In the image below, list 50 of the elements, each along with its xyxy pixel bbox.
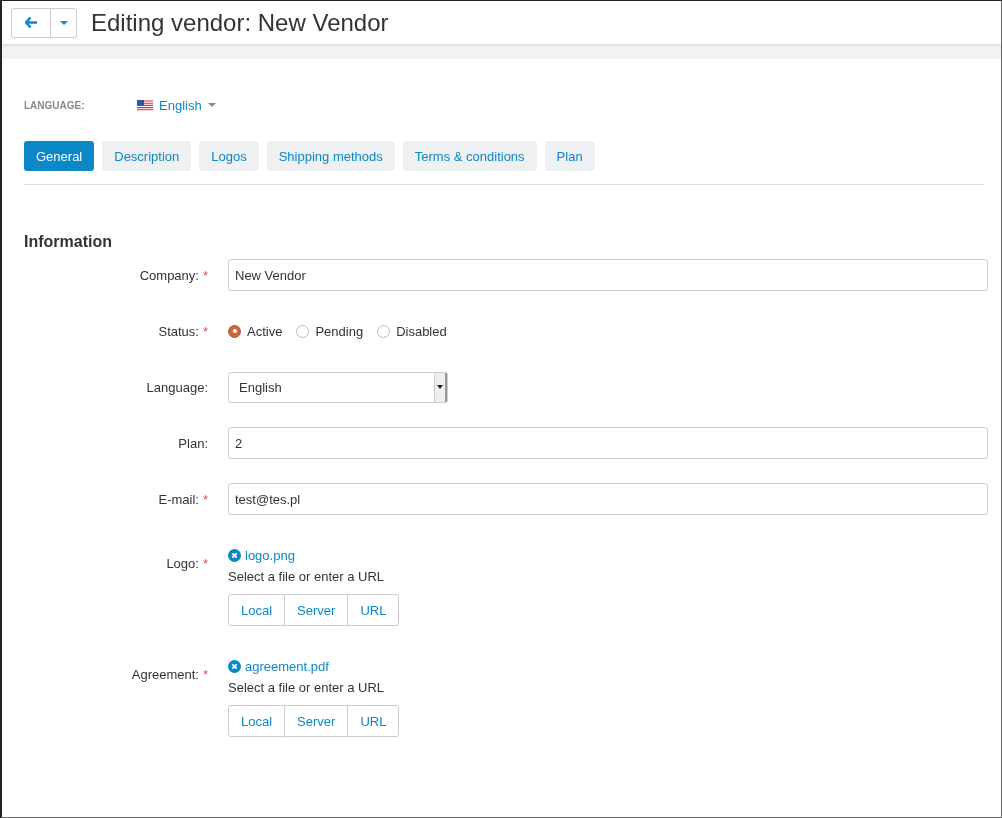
caret-down-icon [207, 103, 216, 107]
tab[interactable]: Shipping methods [266, 141, 395, 171]
tab[interactable]: Plan [544, 141, 595, 171]
tab[interactable]: Logos [199, 141, 259, 171]
required-mark: * [202, 666, 208, 682]
field-label: Plan: [178, 435, 208, 451]
required-mark: * [202, 267, 208, 283]
radio-button[interactable] [296, 324, 310, 338]
back-button[interactable] [11, 7, 51, 38]
tab[interactable]: Description [102, 141, 192, 171]
select-dropdown[interactable]: English [228, 371, 448, 403]
file-link[interactable]: logo.png [245, 547, 295, 563]
arrow-left-icon [25, 17, 37, 28]
field-label: Logo: [166, 555, 199, 571]
remove-icon[interactable] [228, 659, 241, 673]
source-button[interactable]: URL [348, 594, 400, 626]
text-field[interactable]: New Vendor [228, 259, 988, 291]
required-mark: * [202, 491, 208, 507]
remove-icon[interactable] [228, 548, 241, 562]
file-link[interactable]: agreement.pdf [245, 658, 329, 674]
radio-label[interactable]: Active [247, 323, 283, 339]
hint-text: Select a file or enter a URL [228, 680, 386, 695]
source-button[interactable]: Server [285, 705, 349, 737]
field-label: Language: [146, 379, 208, 395]
caret-down-icon [59, 20, 68, 25]
text-field[interactable]: 2 [228, 427, 988, 459]
required-mark: * [202, 323, 208, 339]
field-label: E-mail: [158, 491, 199, 507]
source-button[interactable]: Local [228, 705, 286, 737]
text-field[interactable]: test@tes.pl [228, 483, 988, 515]
section-title: Information [24, 233, 113, 251]
source-button[interactable]: Server [285, 594, 349, 626]
source-button[interactable]: Local [228, 594, 286, 626]
language-dropdown[interactable]: English [137, 97, 216, 113]
radio-button[interactable] [377, 324, 391, 338]
radio-label[interactable]: Disabled [396, 323, 447, 339]
page-title: Editing vendor: New Vendor [91, 8, 389, 37]
language-label: LANGUAGE: [24, 99, 86, 111]
caret-down-icon [437, 385, 443, 389]
radio-button[interactable] [228, 324, 241, 338]
field-label: Status: [158, 323, 199, 339]
field-label: Company: [139, 267, 199, 283]
required-mark: * [202, 555, 208, 571]
source-button[interactable]: URL [348, 705, 400, 737]
field-label: Agreement: [131, 666, 199, 682]
flag-icon [137, 99, 153, 111]
hint-text: Select a file or enter a URL [228, 569, 386, 584]
tab[interactable]: Terms & conditions [402, 141, 537, 171]
tab[interactable]: General [24, 141, 95, 171]
radio-label[interactable]: Pending [315, 323, 364, 339]
